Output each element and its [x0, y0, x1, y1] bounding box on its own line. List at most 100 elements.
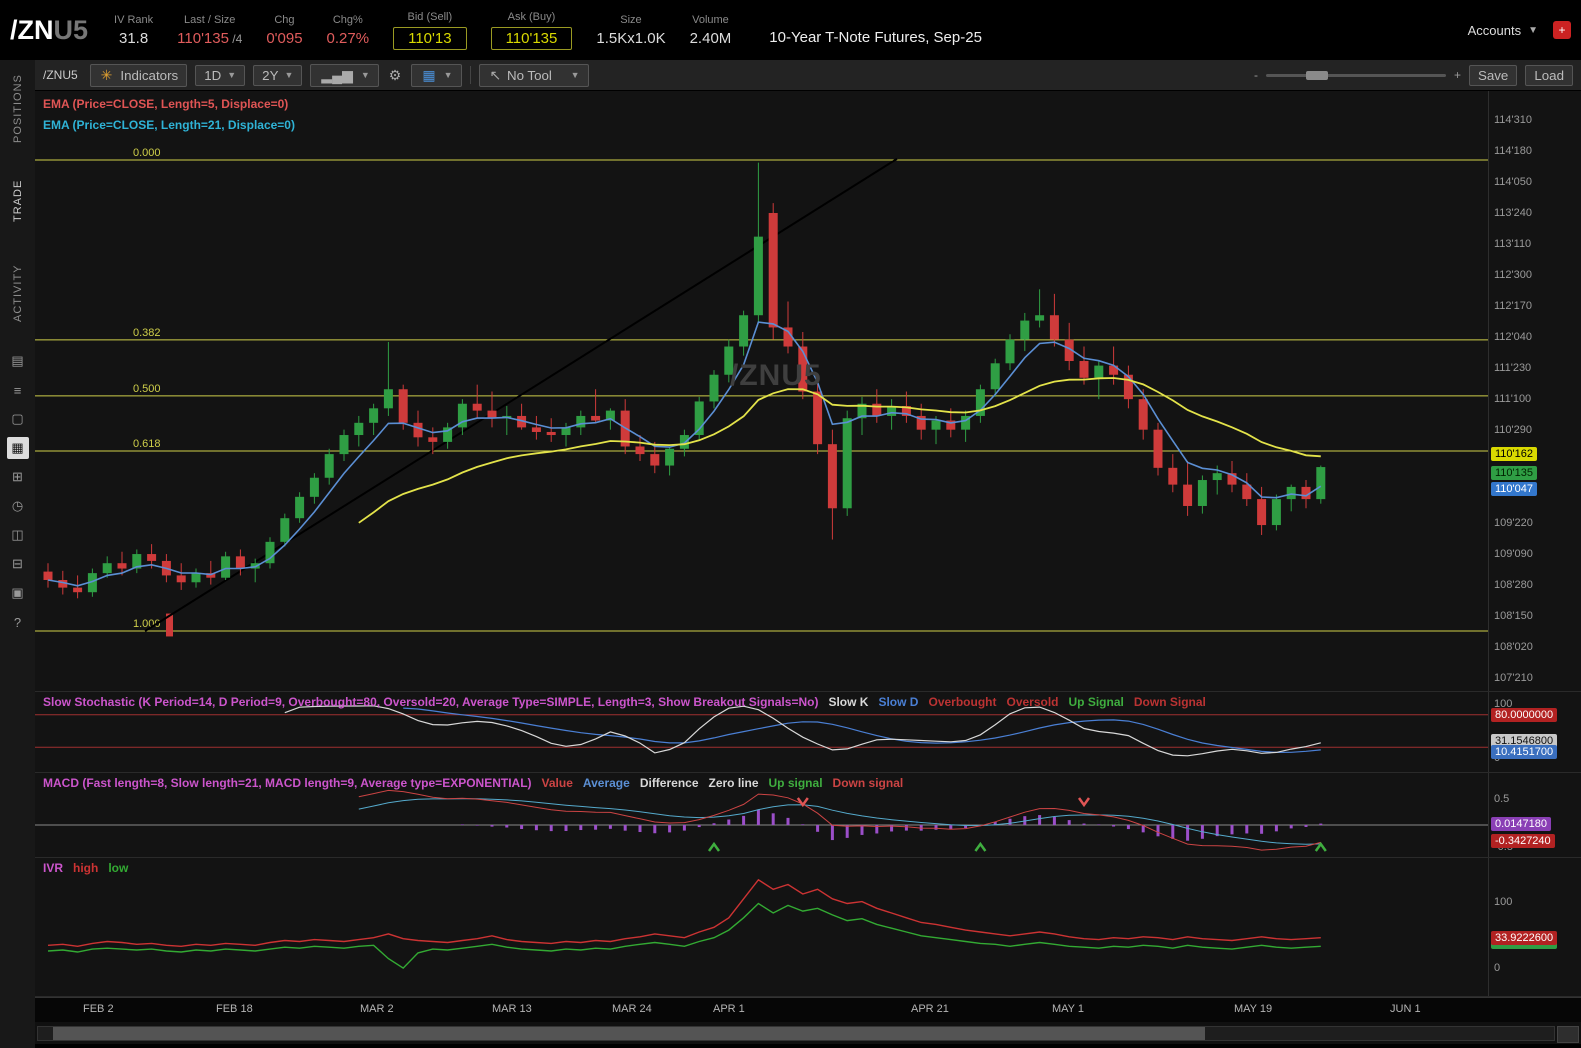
legend-item: Down Signal	[1133, 695, 1206, 709]
price-axis-label: 114'310	[1494, 113, 1532, 126]
price-axis-label: 112'300	[1494, 268, 1532, 281]
iv-rank-value: 31.8	[118, 29, 149, 47]
layout-grid-dropdown[interactable]: ▦ ▼	[411, 63, 462, 87]
legend-item: Difference	[639, 776, 699, 790]
sidebar-tab-activity[interactable]: ACTIVITY	[12, 250, 24, 336]
price-axis-label: 111'100	[1494, 392, 1532, 405]
legend-item: Up signal	[768, 776, 823, 790]
price-axis-label: 110'290	[1494, 423, 1532, 436]
sidebar-tab-trade[interactable]: TRADE	[12, 158, 24, 244]
scrollbar-thumb[interactable]	[53, 1027, 1206, 1040]
alert-icon[interactable]: +	[1553, 21, 1571, 39]
scrollbar-track[interactable]	[37, 1026, 1555, 1041]
chg-value: 0'095	[266, 29, 303, 47]
price-axis[interactable]: 114'310 114'180 114'050 113'240 113'110 112'3…	[1488, 91, 1581, 691]
left-sidebar: POSITIONS TRADE ACTIVITY ▤ ≡ ▢ ▦ ⊞ ◷ ◫ ⊟ ▣?	[0, 60, 35, 1048]
grid-icon: ▦	[422, 66, 436, 83]
divider	[469, 66, 471, 84]
help-icon[interactable]: ?	[7, 611, 29, 633]
symbol[interactable]: /ZN U5	[10, 15, 88, 46]
macd-axis-top: 0.5	[1494, 793, 1510, 805]
zoom-slider-thumb[interactable]	[1305, 70, 1328, 80]
stoch-badge: 10.4151700	[1491, 745, 1558, 760]
time-axis[interactable]: FEB 2 FEB 18 MAR 2 MAR 13 MAR 24 APR 1 APR 21 M…	[35, 997, 1581, 1022]
load-button[interactable]: Load	[1525, 64, 1573, 86]
zoom-control: - +	[1254, 68, 1461, 82]
svg-text:0.618: 0.618	[133, 438, 161, 450]
news-icon[interactable]: ▤	[7, 350, 29, 372]
volume-value: 2.40M	[689, 29, 732, 47]
ivr-title[interactable]: IVR	[43, 861, 63, 875]
fkey-icon[interactable]: ▣	[7, 582, 29, 604]
ema-fast-legend[interactable]: EMA (Price=CLOSE, Length=5, Displace=0)	[43, 97, 288, 111]
svg-text:0.000: 0.000	[133, 147, 161, 159]
grid-icon[interactable]: ⊞	[7, 466, 29, 488]
ivr-badge: 33.9222600	[1491, 930, 1558, 945]
ivr-low-line	[47, 902, 1321, 969]
ema-slow-legend[interactable]: EMA (Price=CLOSE, Length=21, Displace=0)	[43, 118, 295, 132]
svg-text:0.382: 0.382	[133, 327, 161, 339]
price-axis-label: 107'210	[1494, 671, 1533, 684]
zoom-in-button[interactable]: +	[1454, 68, 1461, 82]
stochastic-axis[interactable]: 100080.000000031.154680010.4151700	[1488, 692, 1581, 772]
scrollbar-right-button[interactable]	[1557, 1026, 1579, 1043]
timeframe-dropdown[interactable]: 1D ▼	[195, 64, 246, 86]
calendar-icon[interactable]: ⊟	[7, 553, 29, 575]
list-icon[interactable]: ≡	[7, 379, 29, 401]
clock-icon[interactable]: ◷	[7, 495, 29, 517]
chevron-down-icon: ▼	[227, 70, 237, 80]
price-axis-label: 113'110	[1494, 237, 1532, 250]
toolbar-symbol[interactable]: /ZNU5	[43, 68, 78, 82]
price-axis-label: 109'220	[1494, 516, 1533, 529]
size-value: 1.5Kx1.0K	[596, 29, 666, 47]
drawing-tool-dropdown[interactable]: ↖ No Tool ▼	[478, 63, 589, 87]
legend-item: Value	[541, 776, 573, 790]
indicators-button[interactable]: ✳ Indicators	[89, 63, 188, 87]
chevron-down-icon: ▼	[360, 70, 370, 80]
time-axis-label: FEB 18	[216, 1003, 253, 1015]
price-badge: 110'162	[1491, 446, 1537, 461]
stochastic-panel: Slow Stochastic (K Period=14, D Period=9…	[35, 692, 1581, 773]
sidebar-tab-positions[interactable]: POSITIONS	[12, 66, 24, 152]
time-axis-label: JUN 1	[1390, 1003, 1421, 1015]
quote-bar: /ZN U5 IV Rank 31.8 Last / Size 110'135 …	[0, 0, 1581, 60]
macd-axis[interactable]: 0.5-0.50.0147180-0.3427240	[1488, 773, 1581, 857]
chart-style-dropdown[interactable]: ▂▄▆ ▼	[310, 63, 379, 87]
save-button[interactable]: Save	[1468, 64, 1518, 86]
watchlist-icon[interactable]: ▢	[7, 408, 29, 430]
zoom-out-button[interactable]: -	[1254, 68, 1258, 82]
accounts-dropdown[interactable]: Accounts ▼ +	[1468, 21, 1571, 39]
time-axis-label: MAR 13	[492, 1003, 532, 1015]
zoom-slider[interactable]	[1265, 70, 1446, 80]
symbol-month: U5	[53, 14, 89, 45]
macd-up-signals	[707, 841, 1327, 852]
legend-item: low	[108, 861, 129, 875]
ask-button[interactable]: 110'135	[490, 26, 573, 50]
gear-icon[interactable]: ⚙	[387, 67, 404, 84]
macd-title[interactable]: MACD (Fast length=8, Slow length=21, MAC…	[43, 776, 532, 790]
bid-button[interactable]: 110'13	[393, 26, 467, 50]
chart-icon[interactable]: ▦	[6, 437, 29, 459]
price-axis-label: 108'150	[1494, 609, 1533, 622]
macd-average-line	[358, 798, 1321, 845]
price-panel: 0.000 0.382 0.500 0.618 1.000 EMA (Price=CLO…	[35, 91, 1581, 692]
price-axis-label: 112'170	[1494, 300, 1532, 312]
symbol-root: /ZN	[10, 14, 54, 45]
stochastic-legend: Slow Stochastic (K Period=14, D Period=9…	[43, 695, 1206, 709]
stochastic-title[interactable]: Slow Stochastic (K Period=14, D Period=9…	[43, 695, 818, 709]
bid-field: Bid (Sell) 110'13	[393, 11, 467, 50]
stoch-badge: 80.0000000	[1491, 707, 1558, 722]
ivr-axis[interactable]: 100033.922260033.9222600	[1488, 858, 1581, 996]
people-icon[interactable]: ◫	[7, 524, 29, 546]
chevron-down-icon: ▼	[284, 70, 294, 80]
ivr-canvas[interactable]	[35, 858, 1489, 996]
chart-watermark: /ZNU5	[730, 359, 822, 392]
slow-k-line	[284, 705, 1321, 757]
ivr-axis-bottom: 0	[1494, 962, 1501, 974]
bar-chart-icon: ▂▄▆	[321, 66, 353, 83]
chevron-down-icon: ▼	[443, 70, 453, 80]
last-size-field: Last / Size 110'135 /4	[177, 14, 242, 47]
range-dropdown[interactable]: 2Y ▼	[253, 64, 303, 86]
price-axis-label: 111'230	[1494, 361, 1532, 374]
iv-rank-field: IV Rank 31.8	[114, 14, 153, 47]
